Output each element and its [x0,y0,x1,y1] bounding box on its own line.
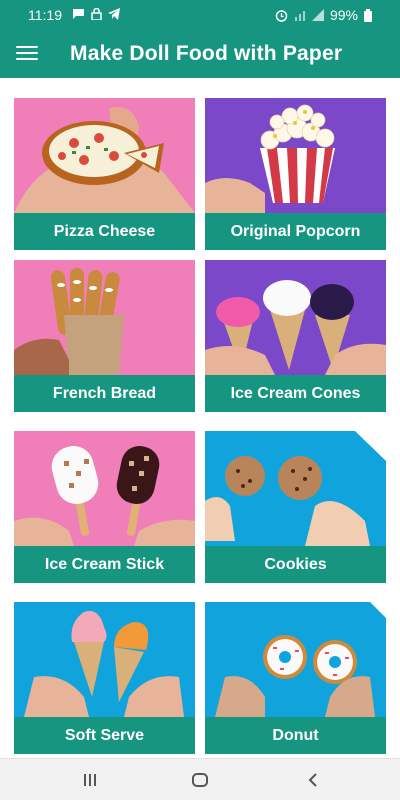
card-ice-cream-cones[interactable]: Ice Cream Cones [205,260,386,416]
message-icon [73,9,84,19]
food-grid: Pizza Cheese Original Popcorn French Bre… [0,78,400,758]
card-pizza-cheese[interactable]: Pizza Cheese [14,98,195,254]
app-title: Make Doll Food with Paper [70,42,343,65]
card-label: Pizza Cheese [14,213,195,250]
card-donut[interactable]: Donut [205,602,386,758]
soft-serve-image [14,602,195,717]
menu-button[interactable] [16,43,38,65]
status-time: 11:19 [28,7,62,23]
telegram-icon [108,8,120,20]
card-label: Cookies [205,546,386,583]
card-french-bread[interactable]: French Bread [14,260,195,416]
card-label: Original Popcorn [205,213,386,250]
french-bread-image [14,260,195,375]
recent-apps-icon [84,774,96,786]
card-label: Ice Cream Cones [205,375,386,412]
cell-signal-icon [311,9,324,21]
cookies-image [205,431,386,546]
card-label: Ice Cream Stick [14,546,195,583]
card-label: Soft Serve [14,717,195,754]
home-button[interactable] [180,767,220,793]
donut-image [205,602,386,717]
hamburger-icon-line [16,58,38,60]
recent-apps-button[interactable] [70,767,110,793]
card-ice-cream-stick[interactable]: Ice Cream Stick [14,431,195,587]
card-original-popcorn[interactable]: Original Popcorn [205,98,386,254]
card-label: French Bread [14,375,195,412]
card-label: Donut [205,717,386,754]
back-icon [308,773,317,787]
ice-cream-cones-image [205,260,386,375]
card-soft-serve[interactable]: Soft Serve [14,602,195,758]
pizza-cheese-image [14,98,195,213]
wifi-signal-icon [294,11,305,21]
card-cookies[interactable]: Cookies [205,431,386,587]
original-popcorn-image [205,98,386,213]
battery-icon [364,8,372,22]
status-bar: 11:19 99% [0,0,400,30]
ice-cream-stick-image [14,431,195,546]
lock-icon [91,8,102,20]
app-bar: Make Doll Food with Paper [0,30,400,78]
hamburger-icon [16,46,38,48]
system-nav-bar [0,758,400,800]
alarm-icon [275,9,288,22]
hamburger-icon-line [16,52,38,54]
back-button[interactable] [293,767,333,793]
battery-percentage: 99% [329,7,358,23]
home-icon [192,773,208,787]
